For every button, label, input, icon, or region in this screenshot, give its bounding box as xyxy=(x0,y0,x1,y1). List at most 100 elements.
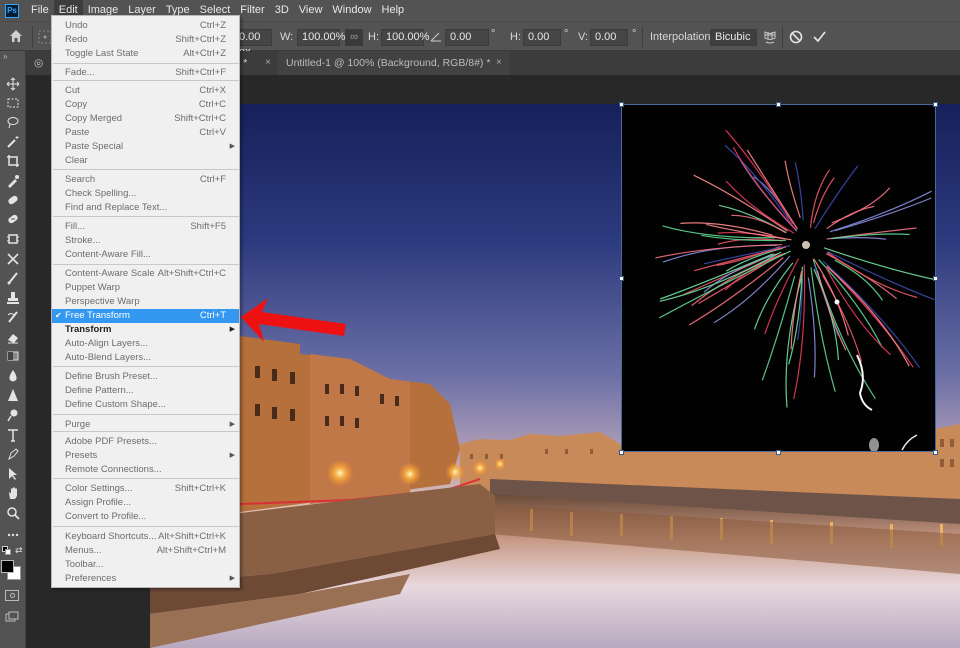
tool-spot-healing[interactable] xyxy=(3,191,23,209)
v-skew-field[interactable]: 0.00 xyxy=(590,28,628,46)
edit-menu-item-purge[interactable]: Purge ▶ xyxy=(52,418,239,432)
edit-menu-item-keyboard-shortcuts[interactable]: Keyboard Shortcuts... Alt+Shift+Ctrl+K xyxy=(52,530,239,544)
edit-menu-item-check-spelling[interactable]: Check Spelling... xyxy=(52,187,239,201)
edit-menu-item-search[interactable]: Search Ctrl+F xyxy=(52,173,239,187)
edit-menu-item-fill[interactable]: Fill... Shift+F5 xyxy=(52,220,239,234)
transform-handle-middle-right[interactable] xyxy=(933,276,938,281)
tool-sharpen[interactable] xyxy=(3,386,23,404)
edit-menu-item-content-aware-scale[interactable]: Content-Aware Scale Alt+Shift+Ctrl+C xyxy=(52,267,239,281)
tool-content-aware-move[interactable] xyxy=(3,250,23,268)
tool-gradient[interactable] xyxy=(3,347,23,365)
edit-menu-item-define-brush-preset[interactable]: Define Brush Preset... xyxy=(52,370,239,384)
tool-zoom[interactable] xyxy=(3,504,23,522)
edit-menu-item-auto-align-layers[interactable]: Auto-Align Layers... xyxy=(52,337,239,351)
screen-mode-button[interactable] xyxy=(5,610,19,622)
tab-label: Untitled-1 @ 100% (Background, RGB/8#) * xyxy=(286,57,491,69)
menu-filter[interactable]: Filter xyxy=(235,0,269,21)
menu-item-label: Undo xyxy=(65,20,88,31)
tool-blur[interactable] xyxy=(3,367,23,385)
transform-handle-top-left[interactable] xyxy=(619,102,624,107)
menu-3d[interactable]: 3D xyxy=(270,0,294,21)
menu-help[interactable]: Help xyxy=(377,0,410,21)
edit-menu-item-assign-profile[interactable]: Assign Profile... xyxy=(52,496,239,510)
tool-healing-brush[interactable] xyxy=(3,210,23,228)
tool-type[interactable] xyxy=(3,426,23,444)
menu-view[interactable]: View xyxy=(294,0,328,21)
tool-history-brush[interactable] xyxy=(3,308,23,326)
tool-brush[interactable] xyxy=(3,269,23,287)
rotation-field[interactable]: 0.00 xyxy=(445,28,489,46)
edit-menu-item-menus[interactable]: Menus... Alt+Shift+Ctrl+M xyxy=(52,544,239,558)
edit-menu-item-cut[interactable]: Cut Ctrl+X xyxy=(52,84,239,98)
fireworks-layer-transform-box[interactable] xyxy=(621,104,936,452)
edit-menu-item-adobe-pdf-presets[interactable]: Adobe PDF Presets... xyxy=(52,435,239,449)
transform-handle-bottom-left[interactable] xyxy=(619,450,624,455)
tool-eyedropper[interactable] xyxy=(3,172,23,190)
edit-menu-item-toolbar[interactable]: Toolbar... xyxy=(52,558,239,572)
tool-lasso[interactable] xyxy=(3,113,23,131)
interpolation-label: Interpolation: xyxy=(650,31,714,43)
edit-menu-item-preferences[interactable]: Preferences ▶ xyxy=(52,572,239,586)
edit-menu-item-convert-to-profile[interactable]: Convert to Profile... xyxy=(52,510,239,524)
swap-colors-icon[interactable]: ⇄ xyxy=(15,545,23,556)
width-field[interactable]: 100.00% xyxy=(297,28,345,46)
edit-menu-item-toggle-last-state[interactable]: Toggle Last State Alt+Ctrl+Z xyxy=(52,47,239,61)
tool-eraser[interactable] xyxy=(3,328,23,346)
edit-menu-item-fade[interactable]: Fade... Shift+Ctrl+F xyxy=(52,66,239,80)
edit-menu-item-color-settings[interactable]: Color Settings... Shift+Ctrl+K xyxy=(52,482,239,496)
interpolation-select[interactable]: Bicubic ⌄ xyxy=(710,28,757,57)
default-colors-icon[interactable] xyxy=(2,546,11,555)
home-button[interactable] xyxy=(8,27,24,45)
menu-window[interactable]: Window xyxy=(327,0,376,21)
cancel-transform-button[interactable] xyxy=(789,28,803,46)
tool-clone-stamp[interactable] xyxy=(3,289,23,307)
tool-edit-toolbar[interactable] xyxy=(3,525,23,543)
edit-menu-item-remote-connections[interactable]: Remote Connections... xyxy=(52,463,239,477)
height-field[interactable]: 100.00% xyxy=(381,28,429,46)
edit-menu-item-paste[interactable]: Paste Ctrl+V xyxy=(52,126,239,140)
edit-menu-item-auto-blend-layers[interactable]: Auto-Blend Layers... xyxy=(52,351,239,365)
warp-mode-button[interactable] xyxy=(762,28,778,46)
transform-handle-top-right[interactable] xyxy=(933,102,938,107)
tab-close-icon[interactable]: × xyxy=(496,51,502,75)
edit-menu-item-find-and-replace-text[interactable]: Find and Replace Text... xyxy=(52,201,239,215)
link-aspect-button[interactable]: ∞ xyxy=(345,28,363,46)
edit-menu-item-presets[interactable]: Presets ▶ xyxy=(52,449,239,463)
tool-frame[interactable] xyxy=(3,230,23,248)
transform-handle-bottom-right[interactable] xyxy=(933,450,938,455)
edit-menu-item-content-aware-fill[interactable]: Content-Aware Fill... xyxy=(52,248,239,262)
quick-mask-button[interactable] xyxy=(5,590,19,601)
edit-menu-item-copy[interactable]: Copy Ctrl+C xyxy=(52,98,239,112)
h-skew-field[interactable]: 0.00 xyxy=(523,28,561,46)
edit-menu-item-undo[interactable]: Undo Ctrl+Z xyxy=(52,19,239,33)
tab-untitled-1[interactable]: Untitled-1 @ 100% (Background, RGB/8#) * xyxy=(278,51,510,75)
tool-hand[interactable] xyxy=(3,484,23,502)
menu-file[interactable]: File xyxy=(26,0,54,21)
edit-menu-item-perspective-warp[interactable]: Perspective Warp xyxy=(52,295,239,309)
commit-transform-button[interactable] xyxy=(812,28,826,46)
edit-menu-item-copy-merged[interactable]: Copy Merged Shift+Ctrl+C xyxy=(52,112,239,126)
edit-menu-item-free-transform[interactable]: ✔ Free Transform Ctrl+T xyxy=(52,309,239,323)
tool-pen[interactable] xyxy=(3,445,23,463)
reference-point-toggle[interactable] xyxy=(38,28,52,46)
tool-marquee[interactable] xyxy=(3,94,23,112)
edit-menu-item-transform[interactable]: Transform ▶ xyxy=(52,323,239,337)
transform-handle-bottom-center[interactable] xyxy=(776,450,781,455)
transform-handle-top-center[interactable] xyxy=(776,102,781,107)
edit-menu-item-define-custom-shape[interactable]: Define Custom Shape... xyxy=(52,398,239,412)
edit-menu-item-clear[interactable]: Clear xyxy=(52,154,239,168)
tool-move[interactable] xyxy=(3,75,23,93)
collapse-panel-button[interactable]: » xyxy=(3,52,7,61)
tool-crop[interactable] xyxy=(3,152,23,170)
edit-menu-item-redo[interactable]: Redo Shift+Ctrl+Z xyxy=(52,33,239,47)
edit-menu-item-puppet-warp[interactable]: Puppet Warp xyxy=(52,281,239,295)
edit-menu-item-stroke[interactable]: Stroke... xyxy=(52,234,239,248)
transform-handle-middle-left[interactable] xyxy=(619,276,624,281)
foreground-color-swatch[interactable] xyxy=(1,560,14,573)
edit-menu-item-define-pattern[interactable]: Define Pattern... xyxy=(52,384,239,398)
edit-menu-item-paste-special[interactable]: Paste Special ▶ xyxy=(52,140,239,154)
tool-dodge[interactable] xyxy=(3,406,23,424)
tool-path-selection[interactable] xyxy=(3,465,23,483)
tool-magic-wand[interactable] xyxy=(3,133,23,151)
tab-close-icon[interactable]: × xyxy=(265,51,271,75)
